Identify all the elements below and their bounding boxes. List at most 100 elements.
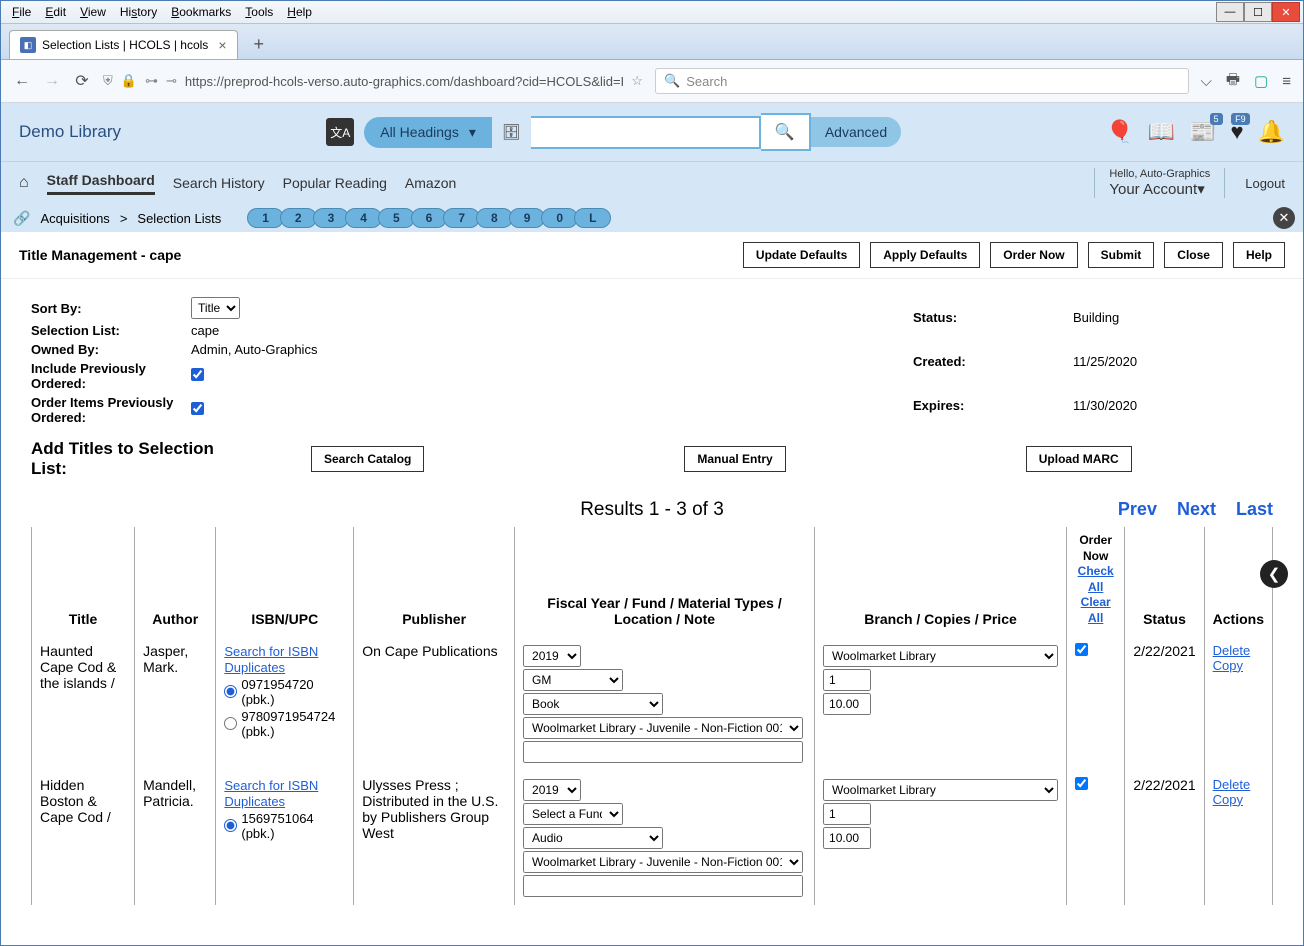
breadcrumb-acq[interactable]: Acquisitions bbox=[40, 211, 109, 226]
search-catalog-button[interactable]: Search Catalog bbox=[311, 446, 424, 472]
star-icon[interactable]: ☆ bbox=[631, 73, 643, 89]
copies-input[interactable] bbox=[823, 803, 871, 825]
page-pill[interactable]: 6 bbox=[411, 208, 448, 228]
fund-select[interactable]: GM bbox=[523, 669, 623, 691]
reload-button[interactable]: ⟳ bbox=[73, 72, 91, 90]
note-input[interactable] bbox=[523, 875, 803, 897]
clear-all-link[interactable]: Clear All bbox=[1075, 595, 1116, 626]
headings-dropdown[interactable]: All Headings ▾ bbox=[364, 117, 492, 148]
note-input[interactable] bbox=[523, 741, 803, 763]
menu-view[interactable]: View bbox=[74, 3, 112, 21]
ordernow-checkbox[interactable] bbox=[1075, 777, 1088, 790]
menu-tools[interactable]: Tools bbox=[239, 3, 279, 21]
menu-edit[interactable]: Edit bbox=[39, 3, 72, 21]
your-account-dropdown[interactable]: Your Account▾ bbox=[1109, 180, 1210, 198]
minimize-button[interactable]: — bbox=[1216, 2, 1244, 22]
page-pill[interactable]: 3 bbox=[313, 208, 350, 228]
page-pill[interactable]: 2 bbox=[280, 208, 317, 228]
update-defaults-button[interactable]: Update Defaults bbox=[743, 242, 860, 268]
forward-button[interactable]: → bbox=[43, 72, 61, 90]
fy-select[interactable]: 2019 bbox=[523, 779, 581, 801]
branch-select[interactable]: Woolmarket Library bbox=[823, 779, 1058, 801]
catalog-search-input[interactable] bbox=[531, 116, 761, 149]
branch-select[interactable]: Woolmarket Library bbox=[823, 645, 1058, 667]
nav-amazon[interactable]: Amazon bbox=[405, 175, 456, 191]
database-icon[interactable]: 🗄 bbox=[492, 123, 531, 141]
nav-search-history[interactable]: Search History bbox=[173, 175, 265, 191]
advanced-search-button[interactable]: Advanced bbox=[811, 117, 901, 147]
order-prev-checkbox[interactable] bbox=[191, 402, 204, 415]
include-prev-checkbox[interactable] bbox=[191, 368, 204, 381]
upload-marc-button[interactable]: Upload MARC bbox=[1026, 446, 1132, 472]
help-button[interactable]: Help bbox=[1233, 242, 1285, 268]
menu-help[interactable]: Help bbox=[281, 3, 318, 21]
menu-history[interactable]: History bbox=[114, 3, 163, 21]
page-pill[interactable]: 5 bbox=[378, 208, 415, 228]
check-all-link[interactable]: Check All bbox=[1075, 564, 1116, 595]
page-pill[interactable]: 1 bbox=[247, 208, 284, 228]
page-pill[interactable]: L bbox=[574, 208, 611, 228]
sort-by-select[interactable]: Title bbox=[191, 297, 240, 319]
copy-link[interactable]: Copy bbox=[1213, 658, 1264, 673]
close-panel-button[interactable]: ✕ bbox=[1273, 207, 1295, 229]
news-icon[interactable]: 📰5 bbox=[1189, 119, 1216, 145]
nav-popular-reading[interactable]: Popular Reading bbox=[283, 175, 387, 191]
nav-staff-dashboard[interactable]: Staff Dashboard bbox=[47, 172, 155, 195]
apply-defaults-button[interactable]: Apply Defaults bbox=[870, 242, 980, 268]
extension-icon[interactable]: ▢ bbox=[1254, 72, 1268, 90]
menu-bookmarks[interactable]: Bookmarks bbox=[165, 3, 237, 21]
copy-link[interactable]: Copy bbox=[1213, 792, 1264, 807]
breadcrumb-sel[interactable]: Selection Lists bbox=[137, 211, 221, 226]
order-now-button[interactable]: Order Now bbox=[990, 242, 1077, 268]
menu-file[interactable]: File bbox=[6, 3, 37, 21]
delete-link[interactable]: Delete bbox=[1213, 777, 1264, 792]
fy-select[interactable]: 2019 bbox=[523, 645, 581, 667]
pager-next[interactable]: Next bbox=[1177, 499, 1216, 520]
maximize-button[interactable]: ☐ bbox=[1244, 2, 1272, 22]
favorites-icon[interactable]: ♥F9 bbox=[1231, 119, 1244, 145]
close-button[interactable]: Close bbox=[1164, 242, 1223, 268]
isbn-radio[interactable] bbox=[224, 685, 237, 698]
price-input[interactable] bbox=[823, 827, 871, 849]
page-pill[interactable]: 4 bbox=[345, 208, 382, 228]
home-icon[interactable]: ⌂ bbox=[19, 174, 29, 192]
page-pill[interactable]: 9 bbox=[509, 208, 546, 228]
browser-tab[interactable]: ◧ Selection Lists | HCOLS | hcols × bbox=[9, 30, 238, 59]
page-pill[interactable]: 0 bbox=[541, 208, 578, 228]
catalog-search-button[interactable]: 🔍 bbox=[761, 113, 811, 151]
page-pill[interactable]: 7 bbox=[443, 208, 480, 228]
location-select[interactable]: Woolmarket Library - Juvenile - Non-Fict… bbox=[523, 717, 803, 739]
isbn-dup-link[interactable]: Search for ISBN Duplicates bbox=[224, 644, 318, 675]
material-select[interactable]: Audio bbox=[523, 827, 663, 849]
copies-input[interactable] bbox=[823, 669, 871, 691]
pager-prev[interactable]: Prev bbox=[1118, 499, 1157, 520]
language-icon[interactable]: 文A bbox=[326, 118, 354, 146]
pocket-icon[interactable]: ⌵ bbox=[1201, 73, 1212, 90]
isbn-radio[interactable] bbox=[224, 717, 237, 730]
new-tab-button[interactable]: + bbox=[246, 30, 273, 59]
fund-select[interactable]: Select a Fund bbox=[523, 803, 623, 825]
menu-icon[interactable]: ≡ bbox=[1282, 73, 1291, 90]
url-field[interactable]: ⛨ 🔒 ⊶ ⊸ https://preprod-hcols-verso.auto… bbox=[103, 73, 643, 89]
isbn-radio[interactable] bbox=[224, 819, 237, 832]
scan-icon[interactable]: 📖 bbox=[1148, 119, 1175, 145]
isbn-dup-link[interactable]: Search for ISBN Duplicates bbox=[224, 778, 318, 809]
ordernow-checkbox[interactable] bbox=[1075, 643, 1088, 656]
close-window-button[interactable]: ✕ bbox=[1272, 2, 1300, 22]
side-expand-button[interactable]: ❮ bbox=[1260, 560, 1288, 588]
print-icon[interactable]: 🖶 bbox=[1226, 69, 1240, 94]
back-button[interactable]: ← bbox=[13, 72, 31, 90]
delete-link[interactable]: Delete bbox=[1213, 643, 1264, 658]
location-select[interactable]: Woolmarket Library - Juvenile - Non-Fict… bbox=[523, 851, 803, 873]
pager-last[interactable]: Last bbox=[1236, 499, 1273, 520]
close-tab-icon[interactable]: × bbox=[218, 37, 226, 53]
logout-link[interactable]: Logout bbox=[1245, 176, 1285, 191]
manual-entry-button[interactable]: Manual Entry bbox=[684, 446, 785, 472]
browser-search-field[interactable]: 🔍 Search bbox=[655, 68, 1189, 94]
material-select[interactable]: Book bbox=[523, 693, 663, 715]
price-input[interactable] bbox=[823, 693, 871, 715]
bell-icon[interactable]: 🔔 bbox=[1258, 119, 1285, 145]
page-pill[interactable]: 8 bbox=[476, 208, 513, 228]
balloon-icon[interactable]: 🎈 bbox=[1106, 119, 1133, 145]
submit-button[interactable]: Submit bbox=[1088, 242, 1155, 268]
